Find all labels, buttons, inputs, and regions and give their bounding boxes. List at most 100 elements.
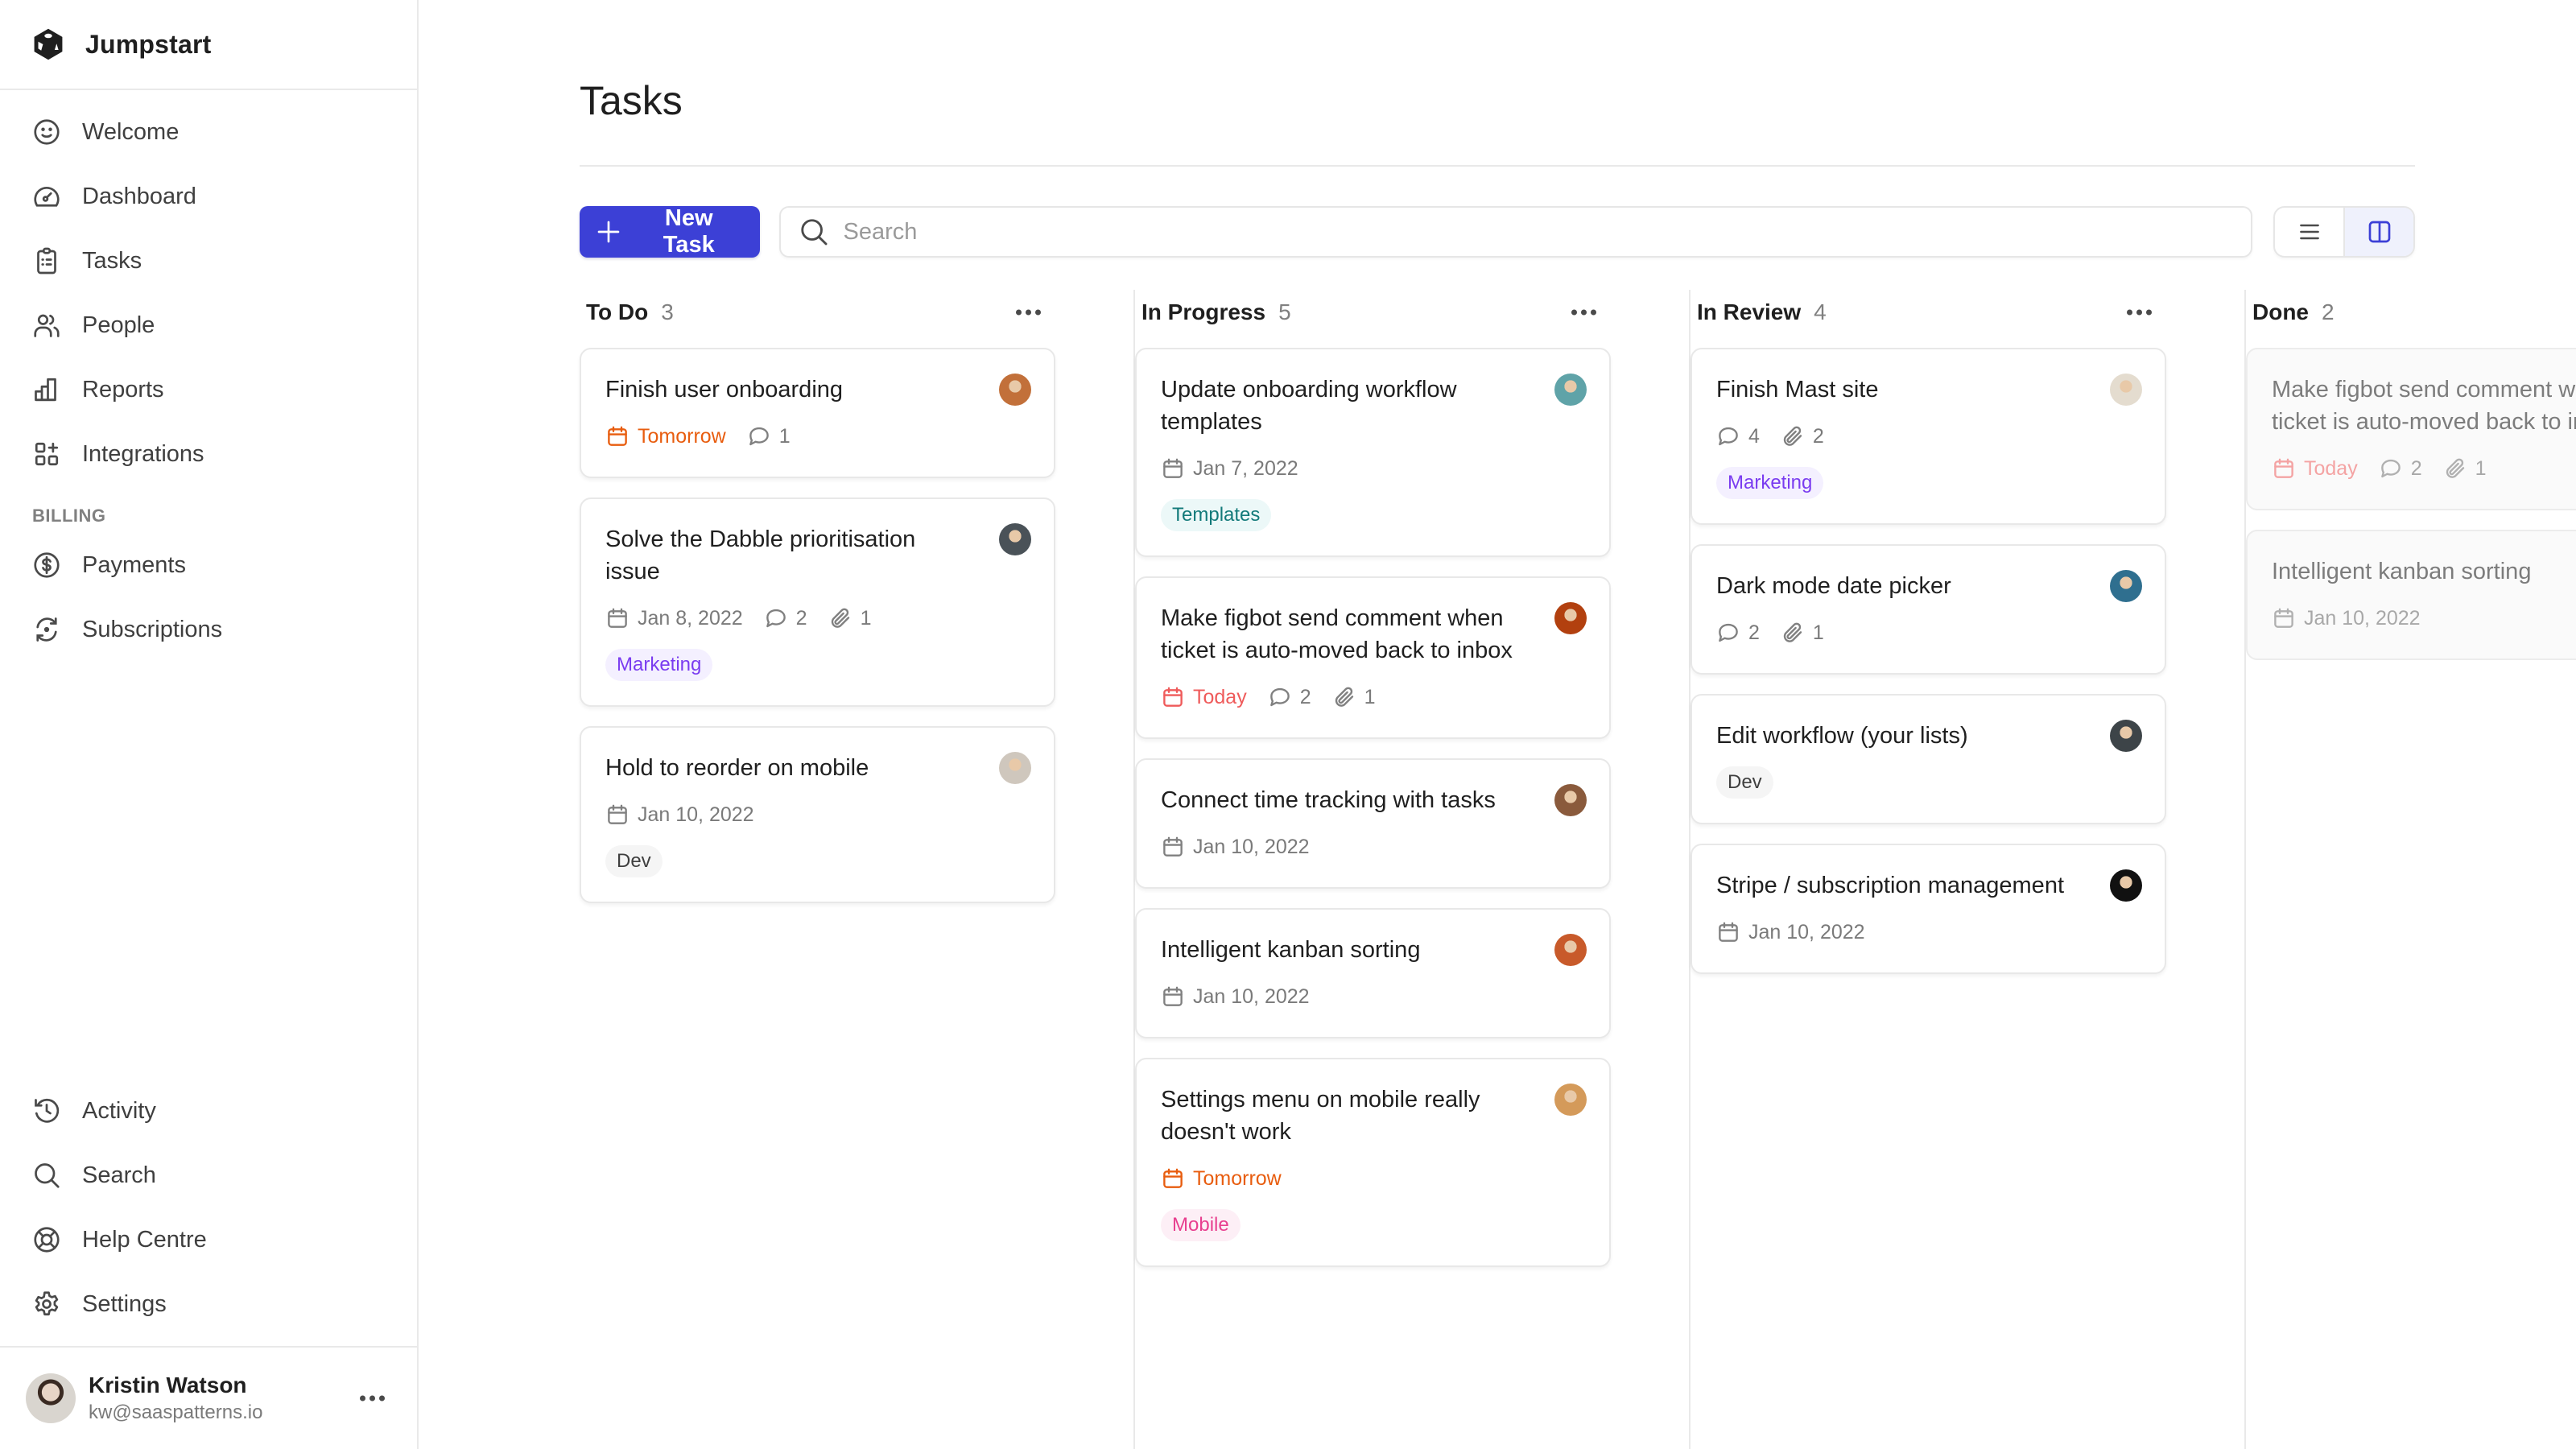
lifebuoy-icon bbox=[34, 1227, 60, 1253]
task-card[interactable]: Intelligent kanban sorting Jan 10, 2022 bbox=[2246, 530, 2576, 660]
comment-icon bbox=[749, 427, 769, 446]
task-card[interactable]: Stripe / subscription management Jan 10, … bbox=[1690, 844, 2166, 974]
sidebar-item-help-centre[interactable]: Help Centre bbox=[0, 1208, 417, 1272]
tag-templates[interactable]: Templates bbox=[1161, 499, 1272, 531]
column-title: Done bbox=[2252, 299, 2309, 324]
sidebar-item-people[interactable]: People bbox=[0, 293, 417, 357]
calendar-icon bbox=[608, 804, 627, 824]
task-meta: Jan 8, 2022 2 1 bbox=[605, 602, 1030, 634]
comment-count: 2 bbox=[1716, 621, 1760, 645]
assignee-avatar[interactable] bbox=[2110, 374, 2142, 406]
tag-marketing[interactable]: Marketing bbox=[605, 649, 713, 681]
comment-count: 2 bbox=[764, 606, 807, 630]
task-meta: Jan 10, 2022 bbox=[605, 799, 1030, 831]
attachment-count-text: 1 bbox=[1364, 685, 1376, 708]
assignee-avatar[interactable] bbox=[999, 752, 1031, 784]
task-card[interactable]: Finish user onboarding Tomorrow 1 bbox=[580, 348, 1055, 478]
tag-mobile[interactable]: Mobile bbox=[1161, 1209, 1241, 1241]
search-input[interactable] bbox=[843, 218, 2212, 246]
board-view-button[interactable] bbox=[2343, 208, 2413, 256]
task-card[interactable]: Solve the Dabble prioritisation issue Jan… bbox=[580, 497, 1055, 707]
sidebar-item-label: Tasks bbox=[82, 247, 142, 274]
smile-icon bbox=[34, 119, 60, 145]
sidebar-item-label: People bbox=[82, 312, 155, 338]
new-task-button[interactable]: New Task bbox=[580, 205, 760, 258]
task-card[interactable]: Make figbot send comment when ticket is … bbox=[2246, 348, 2576, 510]
user-menu-button[interactable] bbox=[352, 1388, 393, 1410]
sidebar-item-reports[interactable]: Reports bbox=[0, 357, 417, 422]
assignee-avatar[interactable] bbox=[2110, 570, 2142, 602]
sidebar-item-label: Integrations bbox=[82, 440, 204, 467]
tag-marketing[interactable]: Marketing bbox=[1716, 467, 1824, 499]
task-card[interactable]: Settings menu on mobile really doesn't w… bbox=[1135, 1058, 1611, 1267]
calendar-icon bbox=[1163, 986, 1183, 1006]
task-card[interactable]: Finish Mast site 4 2 Marketing bbox=[1690, 348, 2166, 525]
column-title: To Do bbox=[586, 299, 649, 324]
paperclip-icon bbox=[1783, 426, 1802, 446]
comment-count-text: 1 bbox=[778, 424, 791, 448]
task-card[interactable]: Make figbot send comment when ticket is … bbox=[1135, 576, 1611, 739]
assignee-avatar[interactable] bbox=[1554, 374, 1587, 406]
column-menu-button[interactable] bbox=[1009, 303, 1047, 322]
sidebar-item-subscriptions[interactable]: Subscriptions bbox=[0, 597, 417, 662]
sidebar-item-tasks[interactable]: Tasks bbox=[0, 229, 417, 293]
task-title: Settings menu on mobile really doesn't w… bbox=[1161, 1087, 1480, 1145]
assignee-avatar[interactable] bbox=[2110, 720, 2142, 752]
task-card[interactable]: Hold to reorder on mobile Jan 10, 2022 Dev bbox=[580, 726, 1055, 903]
sidebar-item-payments[interactable]: Payments bbox=[0, 533, 417, 597]
sidebar-item-dashboard[interactable]: Dashboard bbox=[0, 164, 417, 229]
list-view-button[interactable] bbox=[2275, 208, 2343, 256]
task-card[interactable]: Edit workflow (your lists) Dev bbox=[1690, 694, 2166, 824]
comment-icon bbox=[1269, 687, 1290, 707]
more-icon bbox=[1571, 309, 1577, 316]
comment-count-text: 4 bbox=[1748, 424, 1760, 448]
dollar-circle-icon bbox=[34, 552, 60, 578]
assignee-avatar[interactable] bbox=[2110, 869, 2142, 902]
assignee-avatar[interactable] bbox=[999, 374, 1031, 406]
column-count: 4 bbox=[1814, 299, 1827, 324]
app-name: Jumpstart bbox=[85, 29, 212, 59]
avatar bbox=[26, 1373, 76, 1423]
due-date-text: Jan 8, 2022 bbox=[638, 606, 743, 630]
comment-icon bbox=[1719, 623, 1738, 642]
due-date-text: Jan 10, 2022 bbox=[1193, 985, 1310, 1008]
sidebar-item-settings[interactable]: Settings bbox=[0, 1272, 417, 1336]
tag-dev[interactable]: Dev bbox=[1716, 766, 1773, 799]
search-icon bbox=[800, 219, 827, 246]
column-menu-button[interactable] bbox=[1565, 303, 1603, 322]
paperclip-icon bbox=[1783, 622, 1802, 642]
assignee-avatar[interactable] bbox=[1554, 784, 1587, 816]
sidebar-item-integrations[interactable]: Integrations bbox=[0, 422, 417, 486]
brand[interactable]: Jumpstart bbox=[0, 0, 417, 90]
task-card[interactable]: Intelligent kanban sorting Jan 10, 2022 bbox=[1135, 908, 1611, 1038]
assignee-avatar[interactable] bbox=[1554, 934, 1587, 966]
comment-count-text: 2 bbox=[1299, 685, 1311, 708]
sidebar-item-welcome[interactable]: Welcome bbox=[0, 100, 417, 164]
task-title: Dark mode date picker bbox=[1716, 573, 1951, 599]
column-header: In Progress 5 bbox=[1135, 290, 1611, 335]
more-icon bbox=[2127, 309, 2132, 316]
user-profile[interactable]: Kristin Watson kw@saaspatterns.io bbox=[0, 1346, 417, 1449]
paperclip-icon bbox=[831, 608, 849, 628]
task-card[interactable]: Update onboarding workflow templates Jan … bbox=[1135, 348, 1611, 557]
due-date-text: Jan 10, 2022 bbox=[2304, 606, 2421, 630]
assignee-avatar[interactable] bbox=[1554, 602, 1587, 634]
tag-dev[interactable]: Dev bbox=[605, 845, 663, 877]
due-date: Tomorrow bbox=[1161, 1166, 1282, 1191]
column-menu-button[interactable] bbox=[2120, 303, 2158, 322]
sidebar-item-activity[interactable]: Activity bbox=[0, 1079, 417, 1143]
sidebar-item-search[interactable]: Search bbox=[0, 1143, 417, 1208]
assignee-avatar[interactable] bbox=[999, 523, 1031, 555]
due-date-text: Jan 10, 2022 bbox=[1748, 920, 1865, 943]
card-list: Make figbot send comment when ticket is … bbox=[2246, 348, 2576, 660]
task-card[interactable]: Dark mode date picker 2 1 bbox=[1690, 544, 2166, 675]
task-title: Solve the Dabble prioritisation issue bbox=[605, 526, 916, 584]
search-box[interactable] bbox=[778, 206, 2253, 258]
comment-count: 2 bbox=[1268, 685, 1311, 709]
due-date: Today bbox=[2272, 456, 2358, 481]
task-card[interactable]: Connect time tracking with tasks Jan 10, … bbox=[1135, 758, 1611, 889]
paperclip-icon bbox=[1335, 687, 1353, 707]
assignee-avatar[interactable] bbox=[1554, 1084, 1587, 1116]
attachment-count-text: 1 bbox=[2475, 456, 2487, 480]
comment-count: 4 bbox=[1716, 424, 1760, 448]
